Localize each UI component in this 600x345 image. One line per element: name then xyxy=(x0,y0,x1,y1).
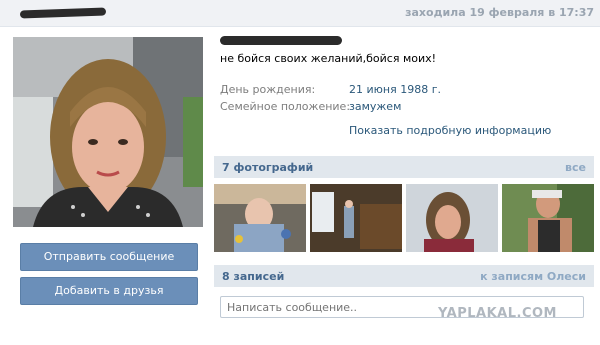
baby-photo-image xyxy=(214,184,306,252)
last-seen-text: заходила 19 февраля в 17:37 xyxy=(405,6,594,19)
add-friend-button[interactable]: Добавить в друзья xyxy=(20,277,198,305)
relationship-value[interactable]: замужем xyxy=(349,100,401,113)
profile-photo[interactable] xyxy=(13,37,203,227)
wall-title[interactable]: 8 записей xyxy=(222,270,284,283)
redacted-name-scribble xyxy=(19,7,107,19)
photos-title[interactable]: 7 фотографий xyxy=(222,161,313,174)
birthday-value[interactable]: 21 июня 1988 г. xyxy=(349,83,441,96)
wall-link[interactable]: к записям Олеси xyxy=(480,270,586,283)
photos-header: 7 фотографий все xyxy=(214,156,594,178)
send-message-button[interactable]: Отправить сообщение xyxy=(20,243,198,271)
photo-thumbnail-man[interactable] xyxy=(502,184,594,252)
relationship-label: Семейное положение: xyxy=(220,100,351,113)
photo-thumbnail-woman[interactable] xyxy=(406,184,498,252)
profile-photo-image xyxy=(13,37,203,227)
room-photo-image xyxy=(310,184,402,252)
photo-thumbnail-baby[interactable] xyxy=(214,184,306,252)
show-details-link[interactable]: Показать подробную информацию xyxy=(349,124,551,137)
woman-photo-image xyxy=(406,184,498,252)
photos-all-link[interactable]: все xyxy=(565,161,586,174)
site-watermark: YAPLAKAL.COM xyxy=(438,306,557,321)
redacted-profile-name xyxy=(220,36,342,45)
top-bar: заходила 19 февраля в 17:37 xyxy=(0,0,600,27)
wall-header: 8 записей к записям Олеси xyxy=(214,265,594,287)
status-text: не бойся своих желаний,бойся моих! xyxy=(220,52,437,65)
man-photo-image xyxy=(502,184,594,252)
photo-thumbnail-room[interactable] xyxy=(310,184,402,252)
birthday-label: День рождения: xyxy=(220,83,316,96)
